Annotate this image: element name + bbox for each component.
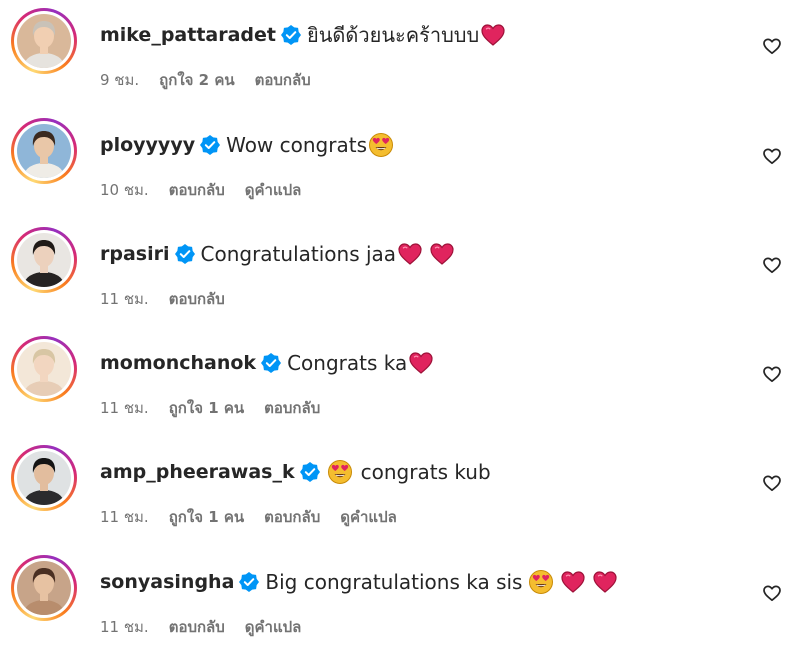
like-heart-icon[interactable]	[762, 146, 782, 166]
likes-count-link[interactable]: ถูกใจ 2 คน	[159, 71, 234, 89]
comment-line: momonchanok Congrats ka	[100, 348, 434, 378]
username-link[interactable]: momonchanok	[100, 352, 256, 374]
avatar-story-ring[interactable]	[11, 227, 77, 293]
comment-line: ployyyyy Wow congrats	[100, 130, 394, 160]
comment-item: amp_pheerawas_k congrats kub 11 ชม. ถูกใจ 1…	[0, 437, 800, 537]
avatar[interactable]	[17, 233, 71, 287]
heart-eyes-emoji-icon	[368, 132, 394, 158]
comment-time: 11 ชม.	[100, 508, 149, 526]
username-link[interactable]: ployyyyy	[100, 134, 195, 156]
avatar-story-ring[interactable]	[11, 445, 77, 511]
likes-count-link[interactable]: ถูกใจ 1 คน	[169, 508, 244, 526]
comment-line: mike_pattaradet ยินดีด้วยนะคร้าบบบ	[100, 20, 506, 50]
verified-badge-icon	[261, 353, 282, 373]
verified-badge-icon	[200, 135, 221, 155]
comment-text: congrats kub	[360, 460, 491, 484]
avatar-story-ring[interactable]	[11, 118, 77, 184]
comment-text: Congratulations jaa	[200, 242, 397, 266]
avatar[interactable]	[17, 14, 71, 68]
heart-emoji-icon	[560, 569, 586, 595]
reply-button[interactable]: ตอบกลับ	[255, 71, 311, 89]
comment-time: 10 ชม.	[100, 181, 149, 199]
see-translation-button[interactable]: ดูคำแปล	[340, 508, 397, 526]
heart-emoji-icon	[480, 22, 506, 48]
comment-item: sonyasingha Big congratulations ka sis 11 …	[0, 547, 800, 647]
avatar-story-ring[interactable]	[11, 336, 77, 402]
comment-time: 11 ชม.	[100, 290, 149, 308]
reply-button[interactable]: ตอบกลับ	[169, 290, 225, 308]
avatar-story-ring[interactable]	[11, 8, 77, 74]
heart-emoji-icon	[592, 569, 618, 595]
comment-meta: 10 ชม. ตอบกลับ ดูคำแปล	[100, 178, 321, 202]
comment-time: 11 ชม.	[100, 399, 149, 417]
likes-count-link[interactable]: ถูกใจ 1 คน	[169, 399, 244, 417]
reply-button[interactable]: ตอบกลับ	[169, 181, 225, 199]
see-translation-button[interactable]: ดูคำแปล	[245, 181, 302, 199]
reply-button[interactable]: ตอบกลับ	[169, 618, 225, 636]
heart-eyes-emoji-icon	[528, 569, 554, 595]
comment-meta: 11 ชม. ตอบกลับ	[100, 287, 245, 311]
comment-item: mike_pattaradet ยินดีด้วยนะคร้าบบบ 9 ชม. ถู…	[0, 0, 800, 100]
avatar[interactable]	[17, 342, 71, 396]
heart-emoji-icon	[429, 241, 455, 267]
comment-meta: 11 ชม. ตอบกลับ ดูคำแปล	[100, 615, 321, 639]
heart-emoji-icon	[397, 241, 423, 267]
verified-badge-icon	[239, 572, 260, 592]
reply-button[interactable]: ตอบกลับ	[264, 508, 320, 526]
avatar[interactable]	[17, 124, 71, 178]
comment-meta: 11 ชม. ถูกใจ 1 คน ตอบกลับ	[100, 396, 340, 420]
verified-badge-icon	[174, 244, 195, 264]
comment-text: Big congratulations ka sis	[265, 570, 523, 594]
comment-line: rpasiri Congratulations jaa	[100, 239, 455, 269]
comment-text: Wow congrats	[226, 133, 367, 157]
verified-badge-icon	[299, 462, 320, 482]
like-heart-icon[interactable]	[762, 364, 782, 384]
comment-item: ployyyyy Wow congrats 10 ชม. ตอบกลับ ดูคำแปล	[0, 110, 800, 210]
avatar-story-ring[interactable]	[11, 555, 77, 621]
comment-line: sonyasingha Big congratulations ka sis	[100, 567, 618, 597]
username-link[interactable]: sonyasingha	[100, 571, 234, 593]
like-heart-icon[interactable]	[762, 255, 782, 275]
heart-emoji-icon	[408, 350, 434, 376]
comment-text: Congrats ka	[287, 351, 408, 375]
comment-time: 11 ชม.	[100, 618, 149, 636]
username-link[interactable]: mike_pattaradet	[100, 24, 276, 46]
like-heart-icon[interactable]	[762, 36, 782, 56]
comment-item: momonchanok Congrats ka 11 ชม. ถูกใจ 1 คน ตอ…	[0, 328, 800, 428]
like-heart-icon[interactable]	[762, 473, 782, 493]
username-link[interactable]: rpasiri	[100, 243, 170, 265]
comment-meta: 9 ชม. ถูกใจ 2 คน ตอบกลับ	[100, 68, 331, 92]
verified-badge-icon	[281, 25, 301, 45]
comment-text: ยินดีด้วยนะคร้าบบบ	[307, 23, 480, 47]
reply-button[interactable]: ตอบกลับ	[264, 399, 320, 417]
avatar[interactable]	[17, 561, 71, 615]
username-link[interactable]: amp_pheerawas_k	[100, 461, 295, 483]
comment-line: amp_pheerawas_k congrats kub	[100, 457, 491, 487]
comment-time: 9 ชม.	[100, 71, 140, 89]
like-heart-icon[interactable]	[762, 583, 782, 603]
see-translation-button[interactable]: ดูคำแปล	[245, 618, 302, 636]
heart-eyes-emoji-icon	[327, 459, 353, 485]
comment-meta: 11 ชม. ถูกใจ 1 คน ตอบกลับ ดูคำแปล	[100, 505, 417, 529]
comment-item: rpasiri Congratulations jaa 11 ชม. ตอบกลับ	[0, 219, 800, 319]
avatar[interactable]	[17, 451, 71, 505]
